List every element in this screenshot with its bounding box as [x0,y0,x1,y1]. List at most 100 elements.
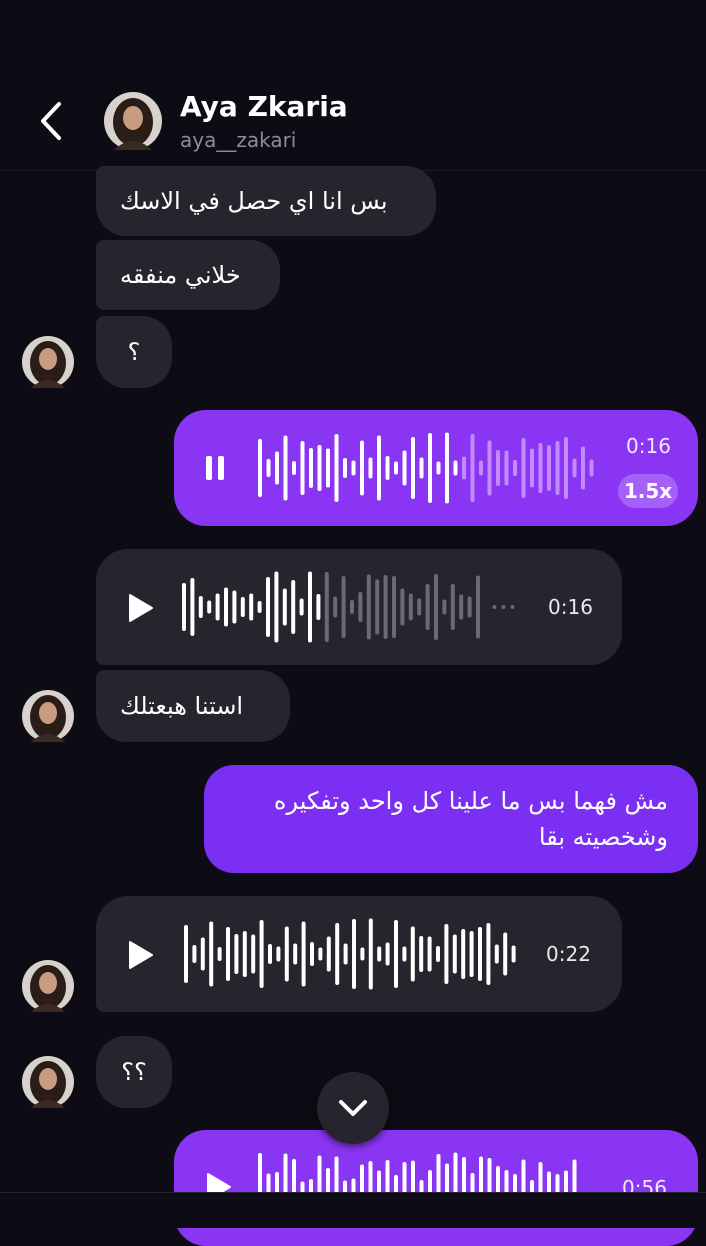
outgoing-message[interactable]: مش فهما بس ما علينا كل واحد وتفكيره وشخص… [204,765,698,873]
waveform-bar [383,575,388,639]
avatar[interactable] [104,92,162,150]
waveform-bar [217,947,222,961]
waveform-bar [184,925,188,983]
waveform-bar [316,594,321,620]
incoming-voice-message[interactable]: 0:16 [96,549,622,665]
avatar[interactable] [22,1056,74,1108]
waveform-bar [310,942,314,966]
waveform-bar [258,439,262,497]
waveform-bar [276,946,281,962]
waveform-bar [301,921,306,987]
waveform-bar [283,435,288,501]
waveform-bar [425,584,430,630]
waveform-bar [326,936,331,972]
waveform-bar [284,926,289,982]
avatar[interactable] [22,336,74,388]
playback-speed-button[interactable]: 1.5x [618,474,678,508]
play-icon[interactable] [128,593,154,627]
waveform-bar [242,931,247,977]
waveform-bar [452,934,457,974]
waveform-bar [530,448,534,488]
contact-name[interactable]: Aya Zkaria [180,90,348,123]
waveform-bar [450,584,455,630]
waveform-dot [510,605,515,609]
pause-icon[interactable] [204,454,226,486]
chevron-left-icon [41,102,61,140]
waveform-bar [478,927,482,981]
waveform-bar [352,919,356,989]
waveform-bar [343,943,348,965]
outgoing-voice-message[interactable]: 0:56 [174,1130,698,1246]
incoming-voice-message[interactable]: 0:22 [96,896,622,1012]
waveform-bar [461,929,466,979]
voice-duration: 0:22 [546,942,591,966]
waveform-bar [402,946,407,962]
waveform-bar [411,437,415,499]
waveform-bar [436,461,441,475]
waveform-bar [400,588,405,626]
play-icon[interactable] [128,940,154,974]
waveform-bar [341,576,346,638]
waveform-bar [274,571,279,643]
waveform-bar [428,433,432,503]
incoming-message[interactable]: بس انا اي حصل في الاسك [96,166,436,236]
back-button[interactable] [28,96,78,146]
waveform-bar [479,460,483,476]
waveform-bar [350,600,354,614]
composer-area [0,1192,706,1228]
waveform-bar [292,461,296,475]
message-text: استنا هبعتلك [120,692,244,720]
waveform-bar [503,932,508,976]
waveform-bar [249,593,254,621]
waveform-bar [309,448,313,488]
outgoing-voice-message[interactable]: 0:16 1.5x [174,410,698,526]
waveform-bar [360,440,364,496]
incoming-message[interactable]: استنا هبعتلك [96,670,290,742]
waveform-bar [402,450,407,486]
waveform-bar [343,458,347,478]
waveform-bar [417,598,422,616]
waveform-bar [410,926,415,982]
waveform-bar [444,924,449,984]
waveform-bar [581,446,585,490]
waveform-bar [182,583,186,631]
chat-header: Aya Zkaria aya__zakari [0,0,706,172]
waveform-bar [538,443,543,493]
waveform[interactable] [258,428,606,508]
waveform-bar [257,601,262,613]
waveform-bar [487,440,492,496]
waveform-bar [462,456,466,480]
waveform-bar [470,434,475,502]
avatar[interactable] [22,960,74,1012]
waveform-bar [419,936,424,972]
waveform-bar [459,594,464,620]
waveform-bar [547,445,551,491]
waveform-bar [511,945,516,963]
incoming-message[interactable]: ؟ [96,316,172,388]
contact-username: aya__zakari [180,128,297,152]
waveform-bar [333,596,338,618]
incoming-message[interactable]: خلاني منفقه [96,240,280,310]
avatar[interactable] [22,690,74,742]
waveform-bar [234,934,239,974]
waveform-bar [434,574,438,640]
waveform-bar [564,437,568,499]
scroll-down-button[interactable] [317,1072,389,1144]
incoming-message[interactable]: ؟؟ [96,1036,172,1108]
waveform-bar [226,927,230,981]
waveform-bar [198,596,203,618]
waveform-bar [394,461,398,475]
waveform-bar [190,578,195,636]
waveform-bar [408,593,413,621]
waveform-bar [476,575,480,639]
waveform-bar [469,931,474,977]
waveform-bar [326,448,330,488]
waveform-bar [513,460,517,476]
waveform-bar [207,600,212,614]
waveform-bar [377,435,381,501]
waveform[interactable] [184,914,524,994]
waveform-bar [368,918,373,990]
waveform[interactable] [182,567,524,647]
waveform-bar [572,458,577,478]
waveform-bar [360,947,365,961]
